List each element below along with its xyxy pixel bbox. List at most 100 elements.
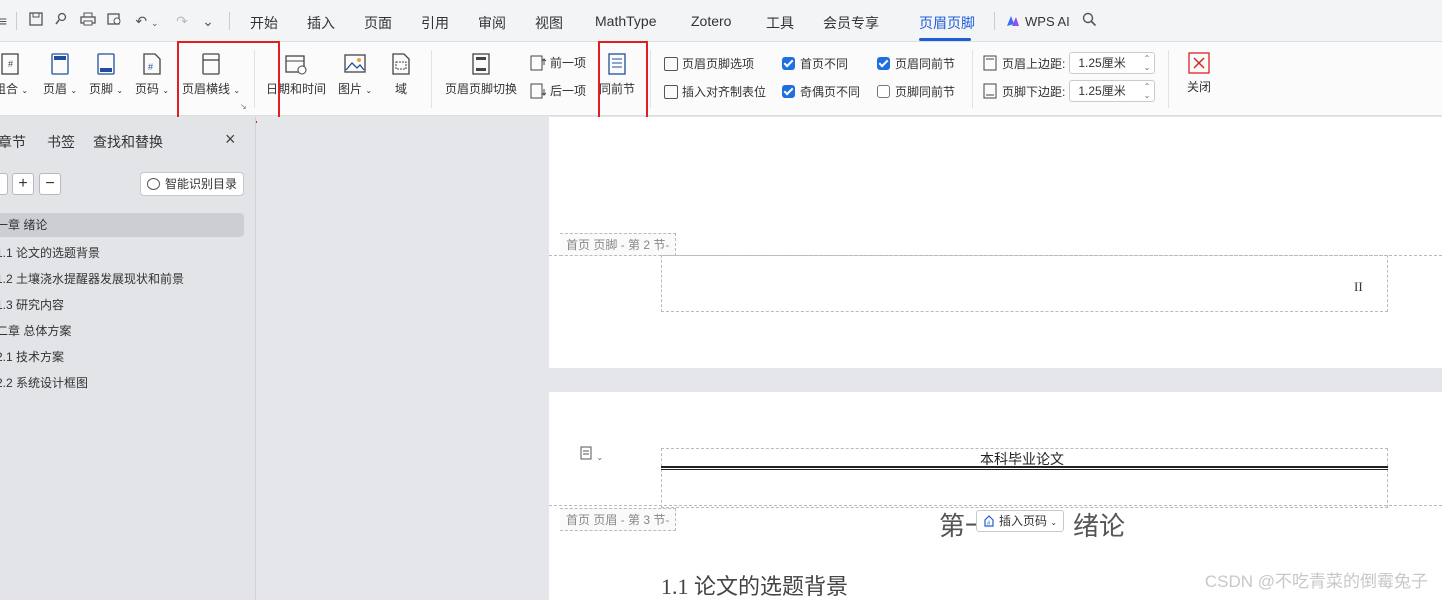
divider [650,50,651,108]
smart-toc-icon [147,178,160,190]
tab-references[interactable]: 引用 [421,13,449,33]
tab-mathtype[interactable]: MathType [595,13,656,29]
tab-page[interactable]: 页面 [364,13,392,33]
tab-zotero[interactable]: Zotero [691,13,731,29]
first-page-different-checkbox[interactable]: 首页不同 [782,55,848,72]
header-button[interactable]: 页眉 ⌄ [40,52,80,97]
header-settings-icon [580,446,592,460]
toc-item[interactable]: 1.2 土壤浇水提醒器发展现状和前景 [0,270,184,287]
footer-bottom-margin-label: 页脚下边距: [1002,84,1066,99]
checkbox-unchecked-icon [877,85,890,98]
svg-text:#: # [148,62,153,72]
search-icon[interactable] [1080,12,1098,30]
combo-label: 组合 [0,82,18,96]
wps-ai-icon [1006,14,1020,28]
footer-margin-icon [983,83,997,99]
toc-item-label: 一章 绪论 [0,218,48,232]
header-footer-options-label: 页眉页脚选项 [682,57,755,71]
tab-review[interactable]: 审阅 [478,13,506,33]
insert-align-tab-button[interactable]: 插入对齐制表位 [664,83,766,100]
odd-even-different-label: 奇偶页不同 [800,85,861,99]
picture-icon [344,54,366,73]
close-icon[interactable]: × [225,129,236,150]
switch-header-footer-button[interactable]: 页眉页脚切换 [443,52,519,97]
undo-icon[interactable]: ↶ ⌄ [133,12,161,30]
tab-chapters[interactable]: 章节 [0,132,26,152]
toc-item[interactable]: 1.1 论文的选题背景 [0,244,100,261]
divider [431,50,432,108]
field-label: 域 [394,82,407,96]
header-footer-options-button[interactable]: 页眉页脚选项 [664,55,754,72]
picture-button[interactable]: 图片 ⌄ [334,52,376,97]
next-item-label: 后一项 [550,84,587,98]
tab-header-footer[interactable]: 页眉页脚 [919,13,975,33]
spinner-arrows-icon[interactable]: ⌃ ⌄ [1144,82,1151,100]
format-painter-icon[interactable] [52,12,70,30]
toc-item-label: 1.3 研究内容 [0,298,65,312]
close-label: 关闭 [1186,80,1211,94]
footer-bottom-margin-input[interactable]: 1.25厘米 ⌃ ⌄ [1069,80,1156,102]
menu-icon[interactable]: ≡ [0,12,12,30]
document-page: 首页 页脚 - 第 2 节- II [549,117,1442,368]
field-icon [392,53,410,75]
insert-page-number-button[interactable]: # 插入页码 ⌄ [976,510,1065,532]
header-same-as-previous-label: 页眉同前节 [895,57,956,71]
collapse-button[interactable] [0,173,8,195]
toc-item[interactable]: 1.3 研究内容 [0,296,64,313]
header-margin-icon [983,55,997,71]
watermark-text: CSDN @不吃青菜的倒霉兔子 [1204,572,1428,591]
toc-item[interactable]: 2.2 系统设计框图 [0,374,88,391]
footer-bottom-margin-value: 1.25厘米 [1078,84,1126,98]
header-double-line [661,466,1388,470]
insert-page-number-label: 插入页码 [999,514,1048,528]
close-icon [1188,52,1210,74]
picture-label: 图片 [337,82,362,96]
tab-find-replace[interactable]: 查找和替换 [93,132,163,152]
save-icon[interactable] [27,12,45,30]
close-header-footer-button[interactable]: 关闭 [1182,52,1216,95]
wps-ai-button[interactable]: WPS AI [1025,14,1070,29]
footer-area[interactable] [661,255,1388,312]
more-icon[interactable]: ⌄ [199,12,217,30]
combo-button[interactable]: # 组合 ⌄ [0,52,32,97]
footer-button[interactable]: 页脚 ⌄ [86,52,126,97]
tab-bookmarks[interactable]: 书签 [47,132,75,152]
tab-view[interactable]: 视图 [535,13,563,33]
smart-toc-button[interactable]: 智能识别目录 [140,172,244,196]
tab-tools[interactable]: 工具 [766,13,794,33]
header-label-tag: 首页 页眉 - 第 3 节- [560,508,677,531]
header-label: 页眉 [42,82,67,96]
toc-item[interactable]: 2.1 技术方案 [0,348,64,365]
toc-item-label: 1.1 论文的选题背景 [0,246,101,260]
footer-label: 页脚 [88,82,113,96]
header-same-as-previous-checkbox[interactable]: 页眉同前节 [877,55,955,72]
print-preview-icon[interactable] [106,12,124,30]
next-item-button[interactable]: 后一项 [530,82,586,99]
section-title: 1.1 论文的选题背景 [661,574,849,599]
navigation-pane: 章节 书签 查找和替换 × + − 智能识别目录 一章 绪论 1.1 论文的选题… [0,117,256,600]
expand-button[interactable]: + [12,173,34,195]
spinner-arrows-icon[interactable]: ⌃ ⌄ [1144,54,1151,72]
document-canvas[interactable]: 首页 页脚 - 第 2 节- II 本科毕业论文 首页 页眉 - 第 3 节- … [257,117,1442,600]
footer-same-as-previous-checkbox[interactable]: 页脚同前节 [877,83,955,100]
page-number-button[interactable]: # 页码 ⌄ [132,52,172,97]
redo-icon[interactable]: ↷ [173,12,191,30]
toc-item-label: 2.1 技术方案 [0,350,65,364]
toc-item[interactable]: 二章 总体方案 [0,322,71,339]
header-icon [51,53,69,75]
tab-home[interactable]: 开始 [250,13,278,33]
header-top-margin-label: 页眉上边距: [1002,56,1066,71]
options-icon [664,56,678,71]
previous-item-button[interactable]: 前一项 [530,54,586,71]
tab-member[interactable]: 会员专享 [823,13,879,33]
insert-align-tab-label: 插入对齐制表位 [682,85,767,99]
collapse-all-button[interactable]: − [39,173,61,195]
toc-item[interactable]: 一章 绪论 [0,213,244,237]
field-button[interactable]: 域 [386,52,416,97]
toc-item-label: 1.2 土壤浇水提醒器发展现状和前景 [0,272,185,286]
odd-even-different-checkbox[interactable]: 奇偶页不同 [782,83,860,100]
header-options-dropdown[interactable]: ⌄ [579,446,615,466]
header-top-margin-input[interactable]: 1.25厘米 ⌃ ⌄ [1069,52,1156,74]
print-icon[interactable] [79,12,97,30]
tab-insert[interactable]: 插入 [307,13,335,33]
